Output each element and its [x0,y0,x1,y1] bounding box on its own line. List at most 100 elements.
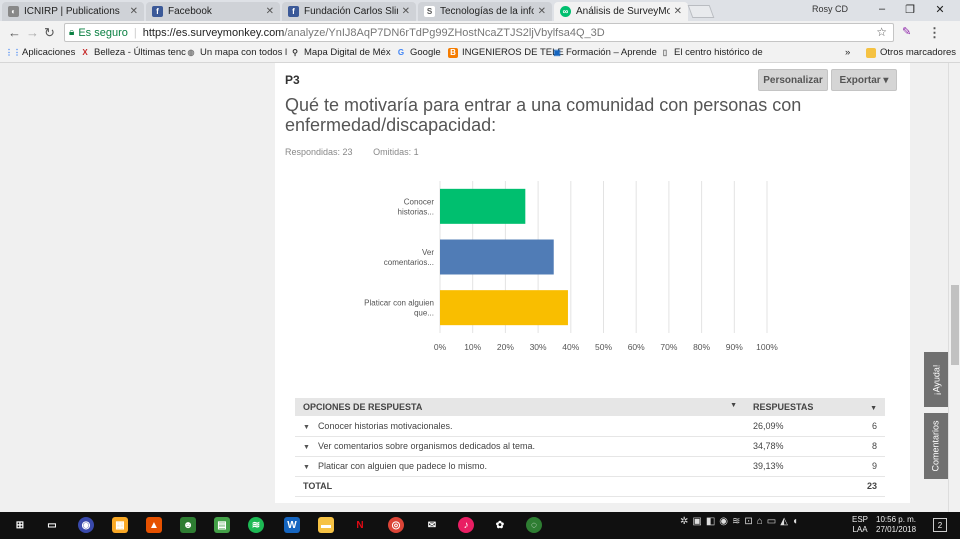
browser-tab-fundacion[interactable]: f Fundación Carlos Slim Sa ✕ [282,2,416,21]
tab-title: ICNIRP | Publications [24,6,120,17]
mail-icon[interactable]: ✉ [424,517,440,533]
page-icon: ▯ [662,48,668,57]
x-tick-label: 70% [660,342,677,352]
windows-start-icon[interactable]: ⊞ [12,517,28,533]
address-bar[interactable]: 🔒︎ Es seguro | https://es.surveymonkey.c… [64,23,894,42]
options-header[interactable]: OPCIONES DE RESPUESTA ▼ [295,398,745,416]
table-total-row: TOTAL 23 [295,476,885,497]
x-tick-label: 10% [464,342,481,352]
bookmark-item[interactable]: B INGENIEROS DE TELE [448,47,564,58]
monitor-icon: ▣ [553,48,561,57]
task-view-icon[interactable]: ▭ [44,517,60,533]
game-icon[interactable]: ☻ [180,517,196,533]
tab-title: Tecnologías de la inform [440,6,534,17]
bookmark-star-icon[interactable]: ☆ [876,25,887,39]
store-icon[interactable]: ▤ [214,517,230,533]
total-count: 23 [845,476,885,497]
browser-tab-surveymonkey[interactable]: ∞ Análisis de SurveyMonke ✕ [554,2,688,21]
export-button[interactable]: Exportar ▾ [831,69,897,91]
bar-chart: Conocer historias... Ver comentarios... Plat… [364,181,778,352]
secure-label: Es seguro [78,26,128,39]
x-icon: X [82,48,88,57]
folder-icon[interactable]: ▬ [318,517,334,533]
responses-header[interactable]: RESPUESTAS [745,398,845,416]
row-count: 6 [845,416,885,437]
help-tab[interactable]: ¡Ayuda! [924,352,948,407]
matlab-icon[interactable]: ▲ [146,517,162,533]
profile-name[interactable]: Rosy CD [812,4,848,14]
close-icon[interactable]: ✕ [266,6,274,17]
page-scrollbar[interactable] [948,63,960,512]
other-bookmarks[interactable]: Otros marcadores [866,47,956,58]
bookmark-item[interactable]: ▯ El centro histórico de [660,47,763,58]
responses-sort[interactable]: ▼ [845,398,885,416]
itunes-icon[interactable]: ♪ [458,517,474,533]
caret-down-icon[interactable]: ▼ [303,464,310,471]
lock-icon: 🔒︎ [69,27,75,38]
question-number: P3 [285,73,300,87]
x-tick-label: 90% [726,342,743,352]
word-icon[interactable]: W [284,517,300,533]
globe-icon: ◍ [187,48,195,57]
browser-tab-icnirp[interactable]: ◐ ICNIRP | Publications ✕ [2,2,144,21]
bookmark-item[interactable]: G Google [396,47,441,58]
bookmark-item[interactable]: ◍ Un mapa con todos l [186,47,288,58]
eye-app-icon[interactable]: ◉ [78,517,94,533]
caret-down-icon[interactable]: ▼ [303,444,310,451]
whatsapp-icon[interactable]: ◌ [526,517,542,533]
table-row: ▼ Ver comentarios sobre organismos dedica… [295,436,885,457]
skipped-count: Omitidas: 1 [373,147,419,157]
close-icon[interactable]: ✕ [674,6,682,17]
restore-icon[interactable]: ❐ [900,3,920,16]
system-tray-icons[interactable]: ✲▣◧◉≋⊡⌂▭◭◖ [680,516,802,527]
extension-icon[interactable]: ✎ [902,25,911,38]
responses-table: OPCIONES DE RESPUESTA ▼ RESPUESTAS ▼ ▼ Con… [295,398,885,497]
chrome-icon[interactable]: ◎ [388,517,404,533]
chart-tick-labels: 0% 10% 20% 30% 40% 50% 60% 70% 80% 90% 100% [434,342,778,352]
clock[interactable]: 10:56 p. m. 27/01/2018 [876,515,916,535]
bar [440,239,554,275]
customize-button[interactable]: Personalizar [758,69,828,91]
row-percent: 26,09% [745,416,845,437]
close-icon[interactable]: ✕ [130,6,138,17]
question-card: P3 Personalizar Exportar ▾ Qué te motiva… [275,63,910,503]
google-icon: G [397,48,405,57]
bookmark-item[interactable]: ⚲ Mapa Digital de Méx [290,47,391,58]
facebook-icon: f [152,6,163,17]
table-row: ▼ Conocer historias motivacionales. 26,09… [295,416,885,437]
s-icon: S [424,6,435,17]
x-tick-label: 20% [497,342,514,352]
tab-title: Análisis de SurveyMonke [576,6,670,17]
row-percent: 34,78% [745,436,845,457]
browser-tab-tecnologias[interactable]: S Tecnologías de la inform ✕ [418,2,552,21]
scrollbar-thumb[interactable] [951,285,959,365]
minimize-icon[interactable]: – [872,3,892,15]
language-indicator[interactable]: ESP LAA [852,515,868,535]
bookmark-item[interactable]: X Belleza - Últimas tenc [80,47,186,58]
surveymonkey-icon: ∞ [560,6,571,17]
notifications-icon[interactable]: 2 [933,518,947,532]
bookmark-item[interactable]: ▣ Formación – Aprende [552,47,657,58]
close-icon[interactable]: ✕ [402,6,410,17]
table-header-row: OPCIONES DE RESPUESTA ▼ RESPUESTAS ▼ [295,398,885,416]
globe-icon: ◐ [8,6,19,17]
comments-tab[interactable]: Comentarios [924,413,948,479]
close-icon[interactable]: ✕ [538,6,546,17]
x-tick-label: 50% [595,342,612,352]
caret-down-icon[interactable]: ▼ [303,424,310,431]
bookmarks-overflow[interactable]: » [845,47,850,58]
browser-tab-facebook[interactable]: f Facebook ✕ [146,2,280,21]
menu-icon[interactable]: ⋮ [928,25,941,41]
back-icon[interactable]: ← [8,25,21,40]
apps-grid-icon[interactable]: ▦ [112,517,128,533]
chart-bars [440,188,568,326]
bar [440,290,568,326]
spotify-icon[interactable]: ≋ [248,517,264,533]
forward-icon[interactable]: → [26,25,39,40]
close-window-icon[interactable]: ✕ [930,3,950,16]
netflix-icon[interactable]: N [352,517,368,533]
reload-icon[interactable]: ↻ [44,25,55,41]
paint-icon[interactable]: ✿ [492,517,508,533]
new-tab-button[interactable] [687,5,715,18]
bookmark-item[interactable]: ⋮⋮ Aplicaciones [5,47,75,58]
